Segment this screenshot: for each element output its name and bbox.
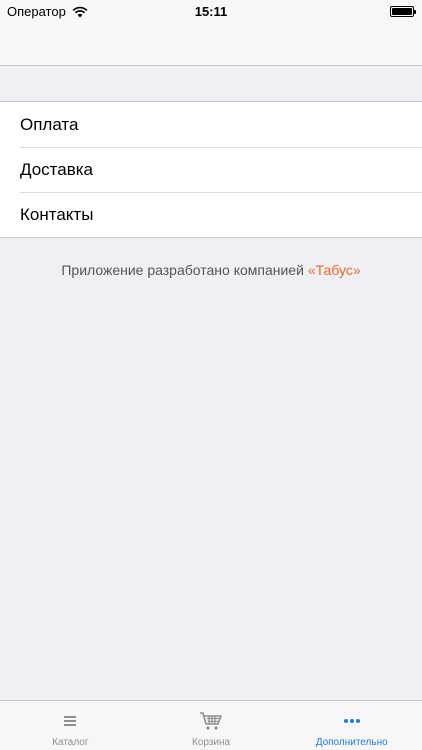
menu-item-label: Контакты [20,204,94,224]
menu-item-contacts[interactable]: Контакты [0,192,422,237]
tab-label: Корзина [191,737,231,748]
navigation-bar: Оператор 15:11 [0,0,422,66]
menu-item-payment[interactable]: Оплата [0,102,422,147]
menu-item-delivery[interactable]: Доставка [0,147,422,192]
menu-list: Оплата Доставка Контакты [0,101,422,238]
more-icon [343,719,360,723]
status-time: 15:11 [194,4,228,19]
tab-cart[interactable]: Корзина [141,701,282,750]
menu-item-label: Оплата [20,114,79,134]
status-bar: Оператор 15:11 [0,0,422,22]
tab-label: Дополнительно [315,737,388,748]
tab-label: Каталог [52,737,89,748]
screen: Оператор 15:11 Оплата Доставка Контакты … [0,0,422,750]
developer-note-text: Приложение разработано компанией [61,262,304,278]
tab-more[interactable]: Дополнительно [281,701,422,750]
developer-brand-link[interactable]: «Табус» [308,262,361,278]
battery-level [392,8,412,15]
tab-bar: Каталог Корзина Дополнительно [0,700,422,750]
menu-item-label: Доставка [20,159,94,179]
tab-catalog[interactable]: Каталог [0,701,141,750]
developer-note: Приложение разработано компанией «Табус» [0,262,422,278]
list-icon [64,716,77,726]
battery-icon [390,6,416,17]
cart-icon [200,712,222,730]
